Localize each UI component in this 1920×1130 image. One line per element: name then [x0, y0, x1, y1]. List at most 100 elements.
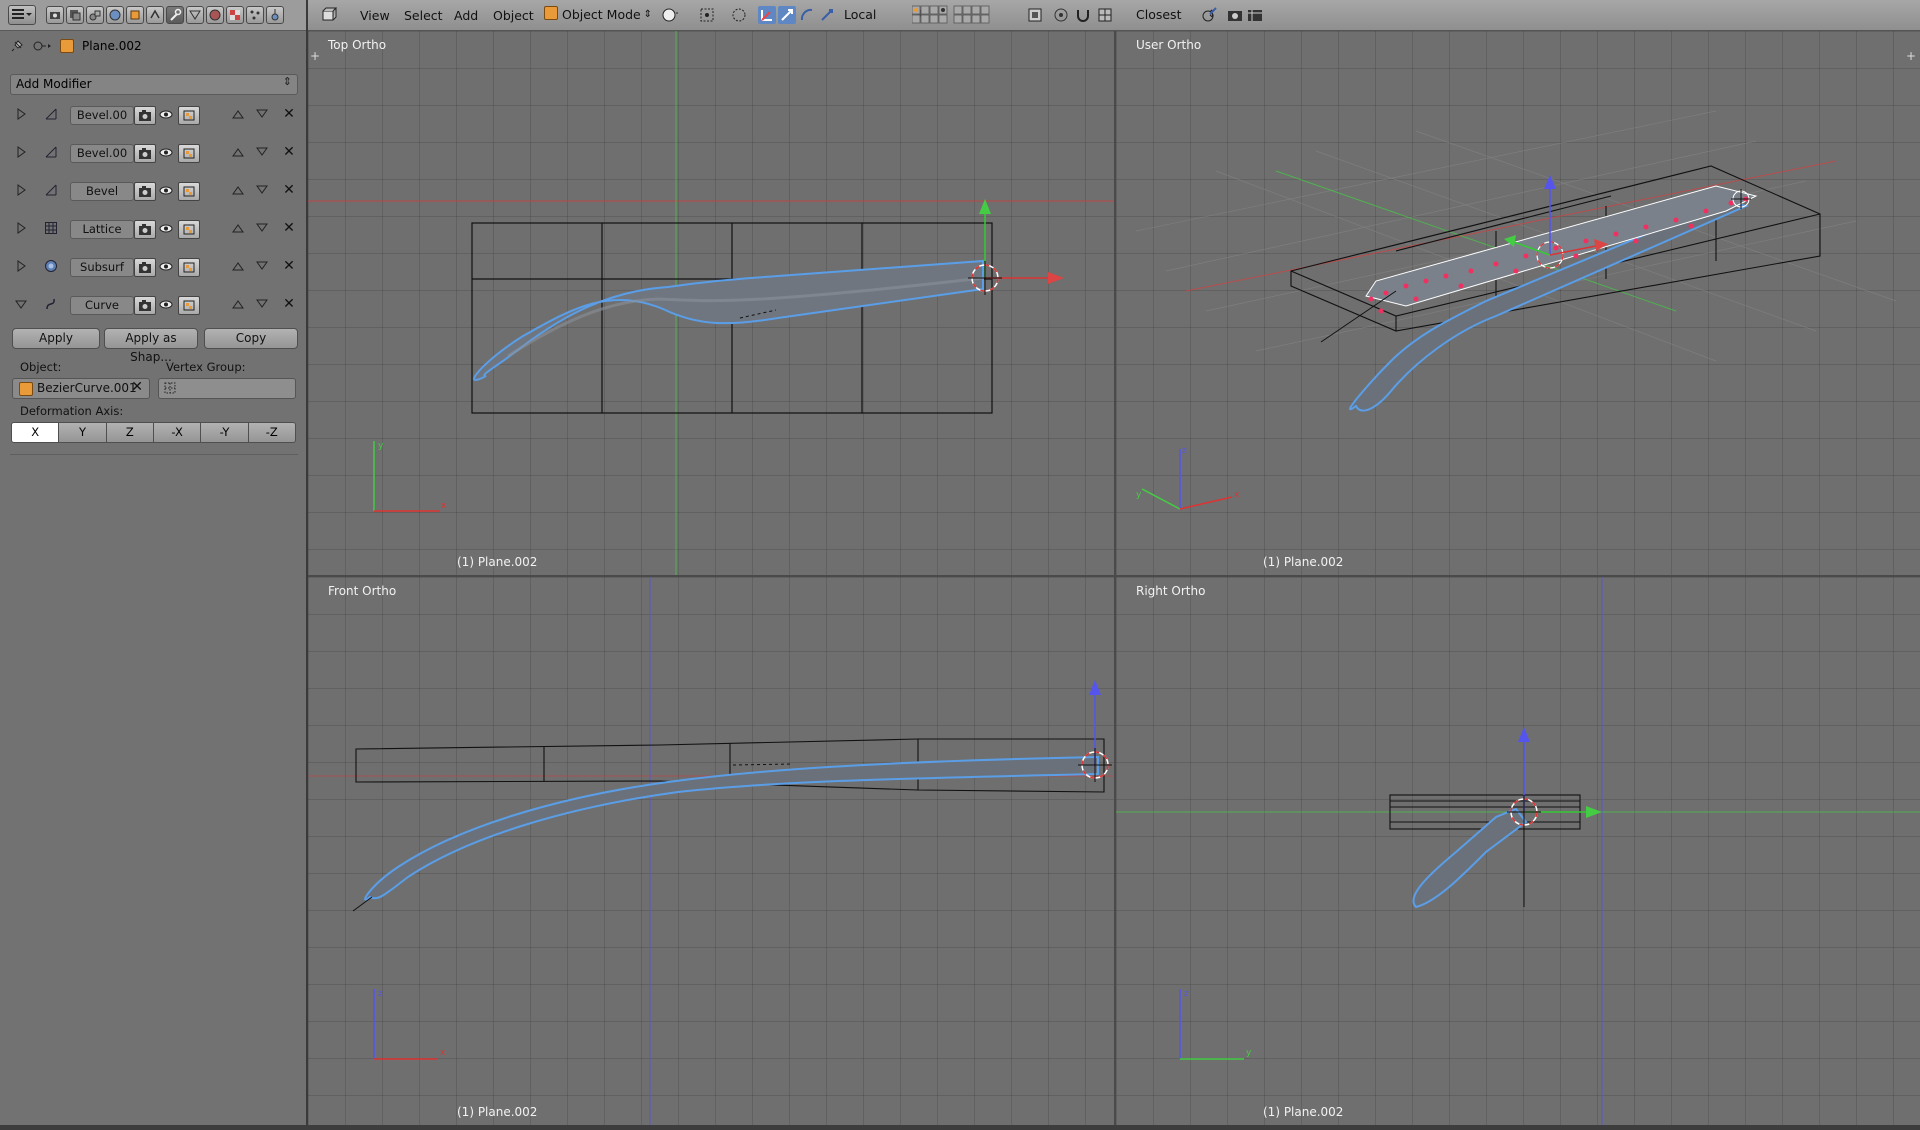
- scale-manipulator-icon[interactable]: [818, 6, 836, 24]
- move-up-icon[interactable]: [228, 144, 248, 161]
- menu-view[interactable]: View: [360, 8, 390, 23]
- viewport-toggle-eye-icon[interactable]: [156, 144, 176, 161]
- editmode-toggle-icon[interactable]: [178, 220, 200, 239]
- snap-align-icon[interactable]: [1200, 6, 1218, 24]
- render-toggle-camera-icon[interactable]: [134, 220, 156, 239]
- modifier-row-curve[interactable]: Curve ✕: [10, 294, 298, 316]
- viewport-toggle-eye-icon[interactable]: [156, 220, 176, 237]
- remove-modifier-close-icon[interactable]: ✕: [282, 182, 296, 199]
- apply-as-shape-button[interactable]: Apply as Shap...: [104, 328, 198, 364]
- modifier-row-bevel-1[interactable]: Bevel.00 ✕: [10, 104, 298, 126]
- render-layers-icon[interactable]: [66, 6, 84, 24]
- render-toggle-camera-icon[interactable]: [134, 258, 156, 277]
- move-up-icon[interactable]: [228, 258, 248, 275]
- expand-triangle-icon[interactable]: [15, 260, 27, 272]
- viewport-user-ortho[interactable]: User Ortho + z y x (1) Plane.002: [1116, 31, 1920, 577]
- collapse-triangle-icon[interactable]: [15, 298, 27, 310]
- layer-buttons-grid[interactable]: [912, 5, 996, 25]
- remove-modifier-close-icon[interactable]: ✕: [282, 144, 296, 161]
- manipulator-toggle-icon[interactable]: [758, 6, 776, 24]
- move-up-icon[interactable]: [228, 220, 248, 237]
- move-down-icon[interactable]: [252, 258, 272, 275]
- move-up-icon[interactable]: [228, 182, 248, 199]
- lock-camera-icon[interactable]: [1026, 6, 1044, 24]
- render-context-icon[interactable]: [46, 6, 64, 24]
- viewport-toggle-eye-icon[interactable]: [156, 296, 176, 313]
- opengl-render-icon[interactable]: [1226, 6, 1244, 24]
- scene-context-icon[interactable]: [86, 6, 104, 24]
- modifier-row-lattice[interactable]: Lattice ✕: [10, 218, 298, 240]
- expand-triangle-icon[interactable]: [15, 108, 27, 120]
- move-up-icon[interactable]: [228, 296, 248, 313]
- viewport-top-ortho[interactable]: Top Ortho + y x (1) Plane.002: [308, 31, 1116, 577]
- remove-modifier-close-icon[interactable]: ✕: [282, 258, 296, 275]
- move-down-icon[interactable]: [252, 220, 272, 237]
- remove-modifier-close-icon[interactable]: ✕: [282, 106, 296, 123]
- editmode-toggle-icon[interactable]: [178, 182, 200, 201]
- editmode-toggle-icon[interactable]: [178, 106, 200, 125]
- rotate-manipulator-icon[interactable]: [798, 6, 816, 24]
- modifier-row-subsurf[interactable]: Subsurf ✕: [10, 256, 298, 278]
- render-toggle-camera-icon[interactable]: [134, 144, 156, 163]
- axis-x-button[interactable]: X: [11, 422, 60, 443]
- move-down-icon[interactable]: [252, 106, 272, 123]
- axis-neg-z-button[interactable]: -Z: [247, 422, 296, 443]
- pivot-point-icon[interactable]: [698, 6, 716, 24]
- snap-icon[interactable]: [1052, 6, 1070, 24]
- editor-type-3d-icon[interactable]: [320, 6, 338, 24]
- particles-context-icon[interactable]: [246, 6, 264, 24]
- axis-z-button[interactable]: Z: [105, 422, 154, 443]
- render-toggle-camera-icon[interactable]: [134, 106, 156, 125]
- editmode-toggle-icon[interactable]: [178, 144, 200, 163]
- viewport-shading-icon[interactable]: [661, 6, 679, 24]
- modifier-name-field[interactable]: Lattice: [70, 220, 134, 239]
- remove-modifier-close-icon[interactable]: ✕: [282, 220, 296, 237]
- clear-object-close-icon[interactable]: ✕: [131, 379, 143, 395]
- expand-triangle-icon[interactable]: [15, 184, 27, 196]
- move-down-icon[interactable]: [252, 144, 272, 161]
- axis-neg-y-button[interactable]: -Y: [200, 422, 249, 443]
- viewport-front-ortho[interactable]: Front Ortho z x (1) Plane.002: [308, 577, 1116, 1125]
- render-toggle-camera-icon[interactable]: [134, 296, 156, 315]
- object-data-icon[interactable]: [186, 6, 204, 24]
- object-field[interactable]: BezierCurve.001 ✕: [12, 378, 150, 399]
- remove-modifier-close-icon[interactable]: ✕: [282, 296, 296, 313]
- translate-manipulator-icon[interactable]: [778, 6, 796, 24]
- viewport-right-ortho[interactable]: Right Ortho z y (1) Plane.002: [1116, 577, 1920, 1125]
- viewport-toggle-eye-icon[interactable]: [156, 258, 176, 275]
- axis-y-button[interactable]: Y: [58, 422, 107, 443]
- modifier-name-field[interactable]: Bevel: [70, 182, 134, 201]
- editmode-toggle-icon[interactable]: [178, 258, 200, 277]
- modifier-row-bevel-3[interactable]: Bevel ✕: [10, 180, 298, 202]
- menu-select[interactable]: Select: [404, 8, 443, 23]
- editmode-toggle-icon[interactable]: [178, 296, 200, 315]
- vertex-group-field[interactable]: [158, 378, 296, 399]
- viewport-toggle-eye-icon[interactable]: [156, 182, 176, 199]
- snap-element-icon[interactable]: [1096, 6, 1114, 24]
- apply-button[interactable]: Apply: [12, 328, 100, 349]
- expand-triangle-icon[interactable]: [15, 146, 27, 158]
- texture-context-icon[interactable]: [226, 6, 244, 24]
- modifiers-wrench-icon[interactable]: [166, 6, 184, 24]
- menu-object[interactable]: Object: [493, 8, 534, 23]
- menu-add[interactable]: Add: [454, 8, 478, 23]
- modifier-name-field[interactable]: Subsurf: [70, 258, 134, 277]
- modifier-name-field[interactable]: Bevel.00: [70, 144, 134, 163]
- move-up-icon[interactable]: [228, 106, 248, 123]
- pin-icon[interactable]: [10, 39, 24, 53]
- physics-context-icon[interactable]: [266, 6, 284, 24]
- axis-neg-x-button[interactable]: -X: [152, 422, 202, 443]
- expand-triangle-icon[interactable]: [15, 222, 27, 234]
- snap-magnet-icon[interactable]: [1074, 6, 1092, 24]
- move-down-icon[interactable]: [252, 182, 272, 199]
- modifier-row-bevel-2[interactable]: Bevel.00 ✕: [10, 142, 298, 164]
- world-context-icon[interactable]: [106, 6, 124, 24]
- material-context-icon[interactable]: [206, 6, 224, 24]
- mode-dropdown[interactable]: Object Mode ⇕: [544, 5, 652, 25]
- constraints-context-icon[interactable]: [146, 6, 164, 24]
- object-context-icon[interactable]: [126, 6, 144, 24]
- opengl-animation-icon[interactable]: [1246, 6, 1264, 24]
- modifier-name-field[interactable]: Bevel.00: [70, 106, 134, 125]
- add-modifier-dropdown[interactable]: Add Modifier ⇕: [10, 74, 298, 95]
- render-toggle-camera-icon[interactable]: [134, 182, 156, 201]
